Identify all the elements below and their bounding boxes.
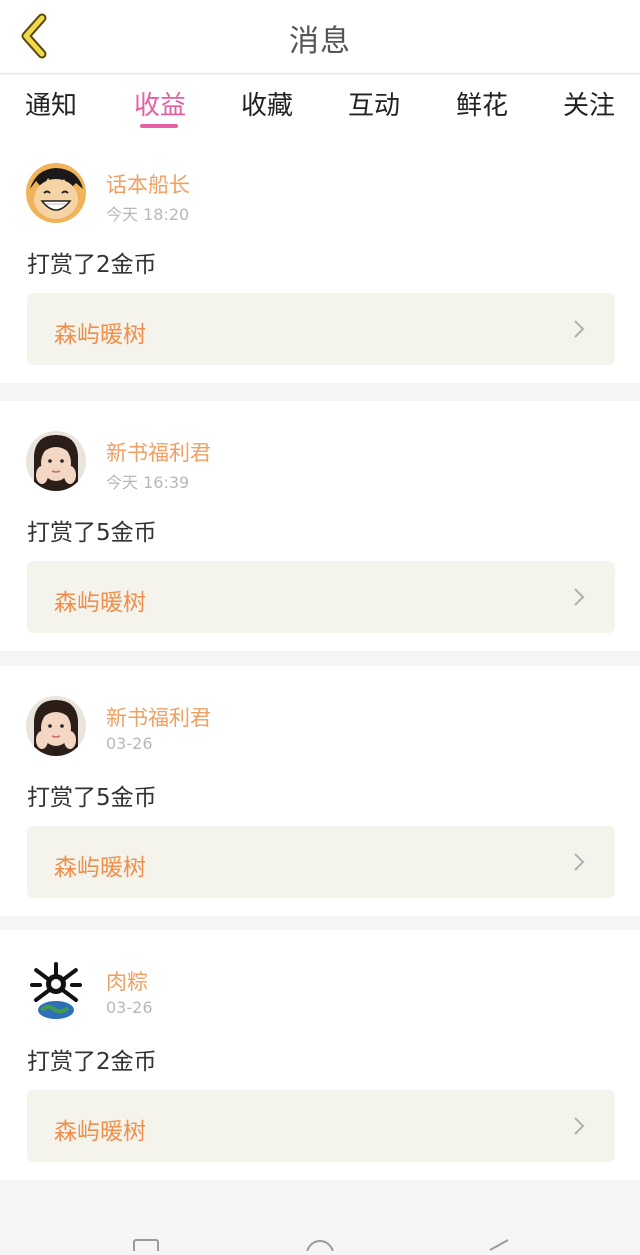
girl-photo-avatar-icon[interactable]: [26, 696, 86, 756]
book-title: 森屿暖树: [54, 1119, 146, 1145]
girl-photo-avatar-icon[interactable]: [26, 431, 86, 491]
tab-label: 关注: [562, 91, 615, 121]
tab-interactions[interactable]: 互动: [334, 85, 414, 122]
home-icon[interactable]: [306, 1240, 334, 1255]
timestamp: 03-26: [106, 998, 153, 1017]
tab-label: 互动: [347, 91, 400, 121]
chevron-right-icon: [574, 1117, 585, 1135]
book-title: 森屿暖树: [54, 855, 146, 881]
chevron-right-icon: [574, 320, 585, 338]
tab-earnings[interactable]: 收益: [120, 85, 200, 128]
username[interactable]: 新书福利君: [106, 702, 211, 732]
timestamp: 03-26: [106, 734, 153, 753]
username[interactable]: 话本船长: [106, 169, 190, 199]
message-card: 肉粽 03-26 打赏了2金币 森屿暖树: [0, 930, 640, 1180]
username[interactable]: 肉粽: [106, 966, 148, 996]
active-tab-indicator: [140, 124, 178, 128]
book-link[interactable]: 森屿暖树: [27, 561, 615, 633]
tab-following[interactable]: 关注: [549, 85, 629, 122]
message-card: 新书福利君 03-26 打赏了5金币 森屿暖树: [0, 666, 640, 916]
book-title: 森屿暖树: [54, 590, 146, 616]
username[interactable]: 新书福利君: [106, 437, 211, 467]
top-bar: 消息: [0, 0, 640, 74]
tab-label: 通知: [24, 91, 77, 121]
tab-label: 收藏: [240, 91, 293, 121]
tab-label: 收益: [133, 91, 186, 121]
timestamp: 今天 18:20: [106, 205, 190, 224]
page-title: 消息: [289, 24, 351, 59]
message-card: 新书福利君 今天 16:39 打赏了5金币 森屿暖树: [0, 401, 640, 651]
book-link[interactable]: 森屿暖树: [27, 826, 615, 898]
tab-favorites[interactable]: 收藏: [227, 85, 307, 122]
book-link[interactable]: 森屿暖树: [27, 1090, 615, 1162]
cartoon-boy-avatar-icon[interactable]: [26, 163, 86, 223]
message-text: 打赏了5金币: [27, 520, 157, 546]
tab-notifications[interactable]: 通知: [11, 85, 91, 122]
message-text: 打赏了2金币: [27, 252, 157, 278]
system-navigation-bar: [0, 1236, 640, 1255]
message-text: 打赏了2金币: [27, 1049, 157, 1075]
book-link[interactable]: 森屿暖树: [27, 293, 615, 365]
message-text: 打赏了5金币: [27, 785, 157, 811]
skull-earth-avatar-icon[interactable]: [26, 960, 86, 1020]
back-nav-icon[interactable]: [489, 1239, 509, 1251]
timestamp: 今天 16:39: [106, 473, 190, 492]
tab-bar: 通知 收益 收藏 互动 鲜花 关注: [0, 75, 640, 133]
book-title: 森屿暖树: [54, 322, 146, 348]
recent-apps-icon[interactable]: [133, 1239, 159, 1255]
chevron-right-icon: [574, 853, 585, 871]
chevron-right-icon: [574, 588, 585, 606]
tab-label: 鲜花: [455, 91, 508, 121]
message-card: 话本船长 今天 18:20 打赏了2金币 森屿暖树: [0, 133, 640, 383]
tab-flowers[interactable]: 鲜花: [442, 85, 522, 122]
